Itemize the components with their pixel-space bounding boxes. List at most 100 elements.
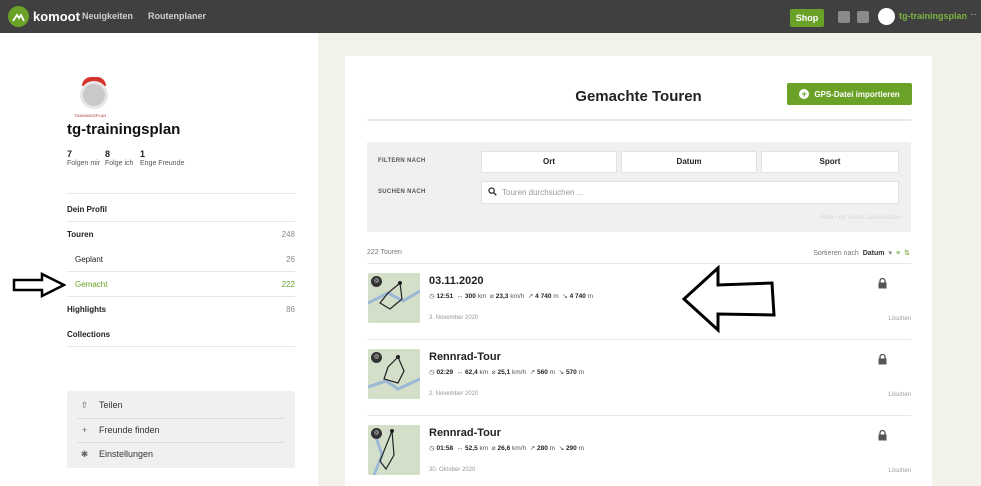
clock-icon: ◷	[429, 369, 435, 376]
divider	[67, 346, 295, 347]
bell-icon[interactable]	[857, 11, 869, 23]
tours-count: 248	[281, 230, 295, 239]
tour-title[interactable]: Rennrad-Tour	[429, 427, 501, 439]
lock-icon[interactable]	[878, 429, 887, 444]
delete-link[interactable]: Löschen	[888, 468, 911, 474]
tour-stats: ◷ 01:58 ↔ 52,5 km ⌀ 26,6 km/h ↗ 280 m ↘ …	[429, 445, 585, 452]
clock-icon: ◷	[429, 293, 435, 300]
find-friends-action[interactable]: + Freunde finden	[79, 425, 160, 435]
lock-icon[interactable]	[878, 353, 887, 368]
downhill-icon: ↘	[562, 293, 568, 300]
sidebar-actions: ⇧ Teilen + Freunde finden ✱ Einstellunge…	[67, 391, 295, 468]
nav-routenplaner[interactable]: Routenplaner	[148, 11, 206, 21]
profile-logo-text: TRAININGSPLAN	[74, 113, 107, 118]
menu-gemacht[interactable]: Gemacht 222	[67, 280, 295, 289]
menu-highlights[interactable]: Highlights 86	[67, 305, 295, 314]
share-action[interactable]: ⇧ Teilen	[79, 400, 123, 410]
speed-icon: ⌀	[491, 445, 496, 452]
tour-row[interactable]: ◎ Rennrad-Tour ◷ 02:29 ↔ 62,4 km ⌀ 25,1 …	[367, 339, 911, 414]
tour-map-thumbnail[interactable]: ◎	[368, 349, 420, 399]
tours-panel: Gemachte Touren + GPS-Datei importieren …	[345, 56, 932, 486]
filter-box: FILTERN NACH Ort Datum Sport SUCHEN NACH…	[367, 142, 911, 232]
user-avatar[interactable]	[878, 8, 895, 25]
lock-icon[interactable]	[878, 277, 887, 292]
tour-count: 222 Touren	[367, 249, 402, 256]
downhill-icon: ↘	[558, 369, 565, 376]
more-icon[interactable]: ··	[970, 9, 977, 20]
username-link[interactable]: tg-trainingsplan	[899, 11, 967, 21]
bike-icon: ◎	[371, 428, 382, 439]
uphill-icon: ↗	[529, 369, 536, 376]
pointer-arrow-left-icon	[682, 265, 776, 333]
divider	[367, 119, 911, 121]
profile-name[interactable]: tg-trainingsplan	[67, 121, 180, 138]
tour-map-thumbnail[interactable]: ◎	[368, 425, 420, 475]
clock-icon: ◷	[429, 445, 435, 452]
divider	[67, 271, 295, 272]
uphill-icon: ↗	[529, 445, 536, 452]
delete-link[interactable]: Löschen	[888, 392, 911, 398]
settings-action[interactable]: ✱ Einstellungen	[79, 449, 153, 459]
nav-neuigkeiten[interactable]: Neuigkeiten	[82, 11, 133, 21]
gps-import-button[interactable]: + GPS-Datei importieren	[787, 83, 912, 105]
sort-control[interactable]: Sortieren nach Datum ▾ ≡ ⇅	[813, 249, 910, 258]
plus-icon: +	[799, 89, 810, 99]
search-icon	[488, 187, 497, 198]
shop-button[interactable]: Shop	[790, 9, 824, 27]
speed-icon: ⌀	[490, 293, 494, 300]
highlights-count: 86	[286, 305, 295, 314]
filter-ort-button[interactable]: Ort	[481, 151, 617, 173]
logo-text: komoot	[33, 9, 80, 24]
tour-title[interactable]: 03.11.2020	[429, 275, 483, 287]
done-count: 222	[281, 280, 295, 289]
filter-sport-button[interactable]: Sport	[761, 151, 899, 173]
filter-datum-button[interactable]: Datum	[621, 151, 757, 173]
speed-icon: ⌀	[491, 369, 496, 376]
top-navigation-bar: komoot Neuigkeiten Routenplaner Shop tg-…	[0, 0, 981, 33]
search-placeholder: Touren durchsuchen ...	[502, 188, 584, 197]
gear-icon: ✱	[80, 449, 89, 459]
menu-touren[interactable]: Touren 248	[67, 230, 295, 239]
komoot-logo-icon	[8, 6, 29, 27]
stat-following[interactable]: 8 Folge ich	[105, 149, 133, 167]
tour-map-thumbnail[interactable]: ◎	[368, 273, 420, 323]
distance-icon: ↔	[456, 445, 464, 452]
menu-geplant[interactable]: Geplant 26	[67, 255, 295, 264]
filter-reset-link[interactable]: Filter und Suche zurücksetzen	[820, 215, 901, 221]
menu-collections[interactable]: Collections	[67, 330, 295, 339]
list-view-icon[interactable]: ≡	[896, 250, 900, 257]
tour-row[interactable]: ◎ 03.11.2020 ◷ 12:51 ↔ 300 km ⌀ 23,3 km/…	[367, 263, 911, 338]
planned-count: 26	[286, 255, 295, 264]
divider	[67, 221, 295, 222]
komoot-logo[interactable]: komoot	[8, 6, 80, 27]
messages-icon[interactable]	[838, 11, 850, 23]
tour-date: 2. November 2020	[429, 391, 479, 397]
add-friends-icon: +	[81, 425, 88, 435]
divider	[67, 193, 295, 194]
profile-logo: TRAININGSPLAN	[74, 77, 116, 125]
tour-stats: ◷ 02:29 ↔ 62,4 km ⌀ 25,1 km/h ↗ 560 m ↘ …	[429, 369, 585, 376]
downhill-icon: ↘	[558, 445, 565, 452]
chevron-down-icon: ▾	[888, 250, 893, 257]
delete-link[interactable]: Löschen	[888, 316, 911, 322]
tour-date: 30. Oktober 2020	[429, 467, 476, 473]
divider	[77, 418, 285, 419]
bike-icon: ◎	[371, 352, 382, 363]
distance-icon: ↔	[456, 369, 464, 376]
uphill-icon: ↗	[527, 293, 534, 300]
search-label: SUCHEN NACH	[378, 189, 426, 195]
tour-stats: ◷ 12:51 ↔ 300 km ⌀ 23,3 km/h ↗ 4 740 m ↘…	[429, 293, 594, 300]
divider	[77, 442, 285, 443]
bike-icon: ◎	[371, 276, 382, 287]
filter-label: FILTERN NACH	[378, 158, 426, 164]
sort-order-icon[interactable]: ⇅	[904, 249, 910, 257]
tour-row[interactable]: ◎ Rennrad-Tour ◷ 01:58 ↔ 52,5 km ⌀ 26,6 …	[367, 415, 911, 486]
search-input[interactable]: Touren durchsuchen ...	[481, 181, 899, 204]
tour-title[interactable]: Rennrad-Tour	[429, 351, 501, 363]
tour-date: 3. November 2020	[429, 315, 479, 321]
stat-close-friends[interactable]: 1 Enge Freunde	[140, 149, 184, 167]
menu-dein-profil[interactable]: Dein Profil	[67, 205, 295, 214]
stat-followers[interactable]: 7 Folgen mir	[67, 149, 100, 167]
distance-icon: ↔	[456, 293, 464, 300]
profile-sidebar: TRAININGSPLAN tg-trainingsplan 7 Folgen …	[0, 33, 318, 486]
